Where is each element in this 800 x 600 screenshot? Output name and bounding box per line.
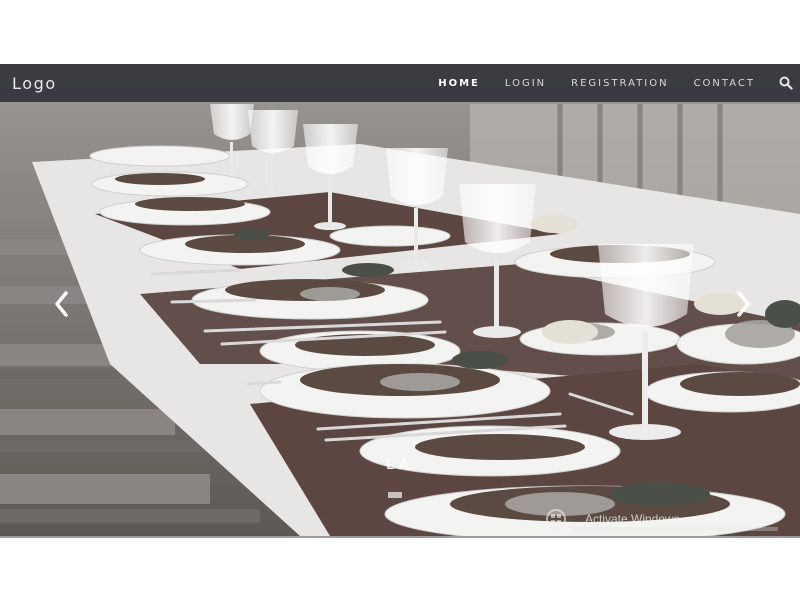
- nav-contact[interactable]: CONTACT: [694, 78, 755, 89]
- top-navbar: Logo HOME LOGIN REGISTRATION CONTACT: [0, 64, 800, 102]
- chevron-right-icon[interactable]: [733, 289, 753, 319]
- chevron-left-icon[interactable]: [52, 289, 72, 319]
- search-icon[interactable]: [779, 76, 793, 90]
- watermark-title: Activate Windows: [585, 512, 680, 526]
- nav-registration[interactable]: REGISTRATION: [571, 78, 668, 89]
- site-logo[interactable]: Logo: [12, 74, 57, 93]
- nav-login[interactable]: LOGIN: [505, 78, 546, 89]
- hero-carousel: Logo HOME LOGIN REGISTRATION CONTACT LA …: [0, 64, 800, 538]
- windows-logo-icon: [546, 509, 566, 529]
- hero-caption: LA: [386, 457, 414, 473]
- watermark-subtitle: [572, 527, 778, 531]
- main-nav: HOME LOGIN REGISTRATION CONTACT: [413, 76, 793, 90]
- nav-home[interactable]: HOME: [438, 78, 480, 89]
- hero-subcaption: [388, 492, 402, 498]
